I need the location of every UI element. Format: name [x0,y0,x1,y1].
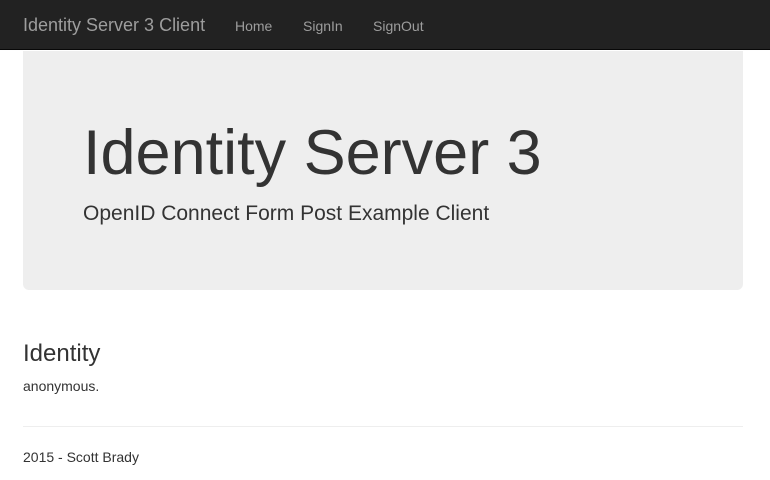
nav-link-signin[interactable]: SignIn [303,17,343,35]
nav-link-signout[interactable]: SignOut [373,17,424,35]
brand-link[interactable]: Identity Server 3 Client [23,14,205,36]
jumbotron-title: Identity Server 3 [83,118,542,188]
identity-heading: Identity [23,340,101,367]
identity-value: anonymous. [23,378,100,394]
jumbotron: Identity Server 3 OpenID Connect Form Po… [23,51,743,290]
footer-text: 2015 - Scott Brady [23,449,139,465]
navbar: Identity Server 3 Client Home SignIn Sig… [0,0,770,50]
footer-divider [23,426,743,427]
nav-link-home[interactable]: Home [235,17,272,35]
jumbotron-lead: OpenID Connect Form Post Example Client [83,202,490,225]
